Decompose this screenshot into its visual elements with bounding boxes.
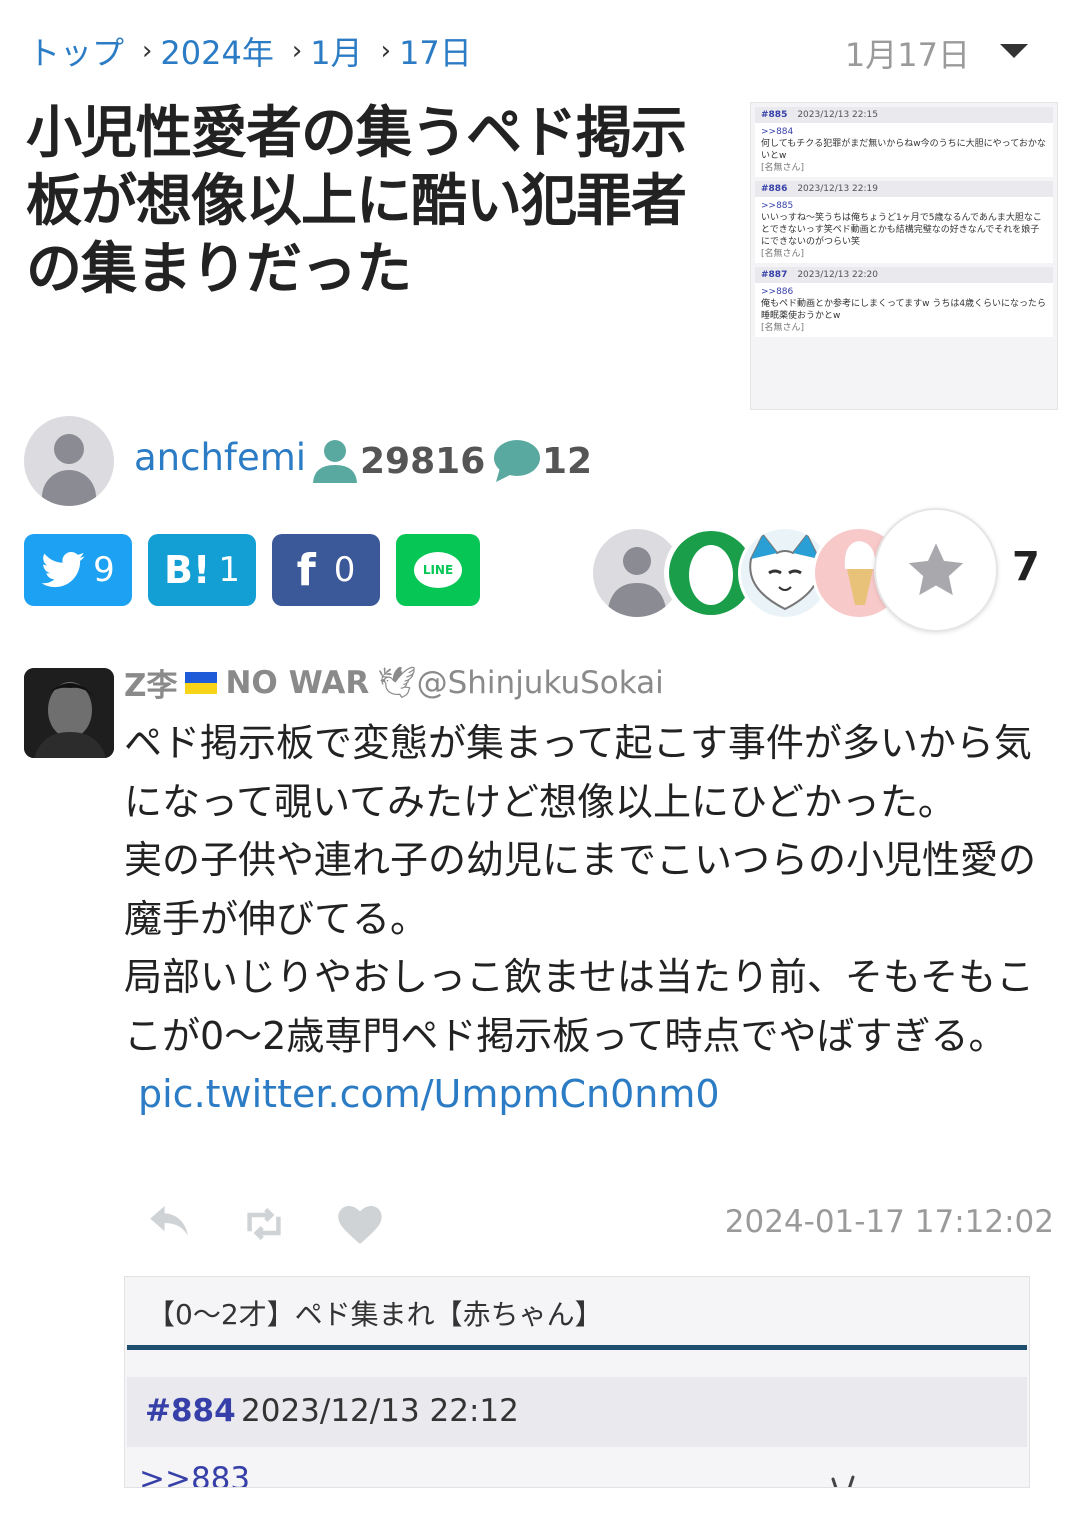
board-title: 【0〜2才】ペド集まれ【赤ちゃん】 [147, 1298, 603, 1331]
chevron-right-icon: › [291, 36, 303, 66]
thumb-post-text: いいっすね〜笑うちは俺ちょうど1ヶ月で5歳なるんであんま大胆なことできないっす笑… [761, 213, 1042, 247]
post-reference: >>883 [139, 1461, 251, 1488]
tweet-line: 局部いじりやおしっこ飲ませは当たり前、そもそもここが0〜2歳専門ペド掲示板って時… [124, 948, 1054, 1124]
breadcrumb-top[interactable]: トップ [28, 28, 124, 74]
thumb-post-name: [名無さん] [761, 323, 805, 333]
board-divider [127, 1345, 1027, 1350]
reply-icon[interactable] [148, 1206, 192, 1251]
twitter-bird-icon [41, 552, 85, 588]
retweet-icon[interactable] [242, 1206, 286, 1251]
followers-count: 29816 [360, 440, 486, 482]
tweet-timestamp: 2024-01-17 17:12:02 [724, 1204, 1054, 1240]
tweet-embedded-image[interactable]: 【0〜2才】ペド集まれ【赤ちゃん】 #884 2023/12/13 22:12 … [124, 1276, 1030, 1488]
facebook-logo: f [296, 544, 316, 596]
comments-count: 12 [542, 440, 593, 482]
thumb-post: #887 2023/12/13 22:20 >>886 俺もペド動画とか参考にしま… [755, 267, 1053, 337]
thumb-post-name: [名無さん] [761, 163, 805, 173]
tweet-author-slogan: NO WAR [225, 664, 370, 701]
followers-stat: 29816 [310, 436, 485, 486]
line-share-button[interactable]: LINE [396, 534, 480, 606]
tap-hand-icon [831, 1475, 855, 1487]
twitter-share-button[interactable]: 9 [24, 534, 132, 606]
tweet-author[interactable]: Z李 NO WAR 🕊 @ShinjukuSokai [124, 660, 664, 705]
comments-stat: 12 [492, 436, 592, 486]
tweet-text: ペド掲示板で変態が集まって起こす事件が多いから気になって覗いてみたけど想像以上に… [124, 714, 1054, 1124]
thumb-post-date: 2023/12/13 22:19 [797, 184, 878, 194]
twitter-count: 9 [93, 550, 115, 590]
line-logo: LINE [414, 552, 462, 588]
reaction-count: 7 [1012, 544, 1040, 590]
dove-icon: 🕊 [377, 665, 417, 701]
thumb-post: #885 2023/12/13 22:15 >>884 何してもチクる犯罪がまだ無… [755, 107, 1053, 177]
star-icon [908, 543, 964, 596]
facebook-count: 0 [333, 550, 356, 590]
hatena-count: 1 [218, 550, 240, 590]
header-date: 1月17日 [844, 36, 970, 74]
tweet-line: ペド掲示板で変態が集まって起こす事件が多いから気になって覗いてみたけど想像以上に… [124, 721, 1032, 824]
thumb-post: #886 2023/12/13 22:19 >>885 いいっすね〜笑うちは俺ちょ… [755, 181, 1053, 263]
tweet-author-name: Z李 [124, 668, 178, 704]
breadcrumb-year[interactable]: 2024年 [160, 28, 273, 74]
tweet-line: 実の子供や連れ子の幼児にまでこいつらの小児性愛の魔手が伸びてる。 [124, 838, 1037, 941]
chevron-down-icon[interactable] [1000, 44, 1028, 58]
user-icon [313, 440, 357, 483]
breadcrumb: トップ › 2024年 › 1月 › 17日 [28, 28, 472, 74]
thumb-post-num: #886 [761, 184, 788, 194]
thumb-post-text: 何してもチクる犯罪がまだ無いからねw今のうちに大胆にやっておかないとw [761, 139, 1046, 161]
thumb-post-name: [名無さん] [761, 249, 805, 259]
thumbnail-image[interactable]: #885 2023/12/13 22:15 >>884 何してもチクる犯罪がまだ無… [750, 102, 1058, 410]
tweet-media-link[interactable]: pic.twitter.com/UmpmCn0nm0 [138, 1072, 720, 1116]
hatena-share-button[interactable]: B! 1 [148, 534, 256, 606]
page-title: 小児性愛者の集うペド掲示板が想像以上に酷い犯罪者の集まりだった [26, 101, 687, 302]
tweet-avatar[interactable] [24, 668, 114, 758]
tweet-line-text: 局部いじりやおしっこ飲ませは当たり前、そもそもここが0〜2歳専門ペド掲示板って時… [124, 955, 1035, 1058]
thumb-post-date: 2023/12/13 22:15 [797, 110, 878, 120]
like-heart-icon[interactable] [338, 1206, 382, 1253]
thumb-post-ref: >>885 [761, 201, 794, 211]
thumb-post-num: #885 [761, 110, 788, 120]
facebook-share-button[interactable]: f 0 [272, 534, 380, 606]
thumb-post-ref: >>886 [761, 287, 794, 297]
thumb-post-text: 俺もペド動画とか参考にしまくってますw うちは4歳くらいになったら睡眠薬使おうか… [761, 299, 1047, 321]
breadcrumb-month[interactable]: 1月 [310, 28, 362, 74]
thumb-post-date: 2023/12/13 22:20 [797, 270, 878, 280]
thumb-post-ref: >>884 [761, 127, 794, 137]
profile-photo [24, 668, 114, 758]
ukraine-flag-icon [185, 671, 218, 694]
tweet-handle: @ShinjukuSokai [416, 664, 664, 701]
favorite-star-button[interactable] [874, 508, 998, 632]
author-name[interactable]: anchfemi [134, 436, 306, 479]
hatena-logo: B! [164, 548, 211, 592]
chevron-right-icon: › [142, 36, 153, 66]
breadcrumb-day[interactable]: 17日 [399, 28, 472, 74]
post-date: 2023/12/13 22:12 [241, 1393, 519, 1429]
post-header: #884 2023/12/13 22:12 [127, 1377, 1027, 1487]
chevron-right-icon: › [380, 36, 392, 66]
author-avatar[interactable] [24, 416, 114, 506]
thumb-post-num: #887 [761, 270, 788, 280]
comment-icon [494, 440, 540, 482]
post-number: #884 [145, 1393, 236, 1429]
